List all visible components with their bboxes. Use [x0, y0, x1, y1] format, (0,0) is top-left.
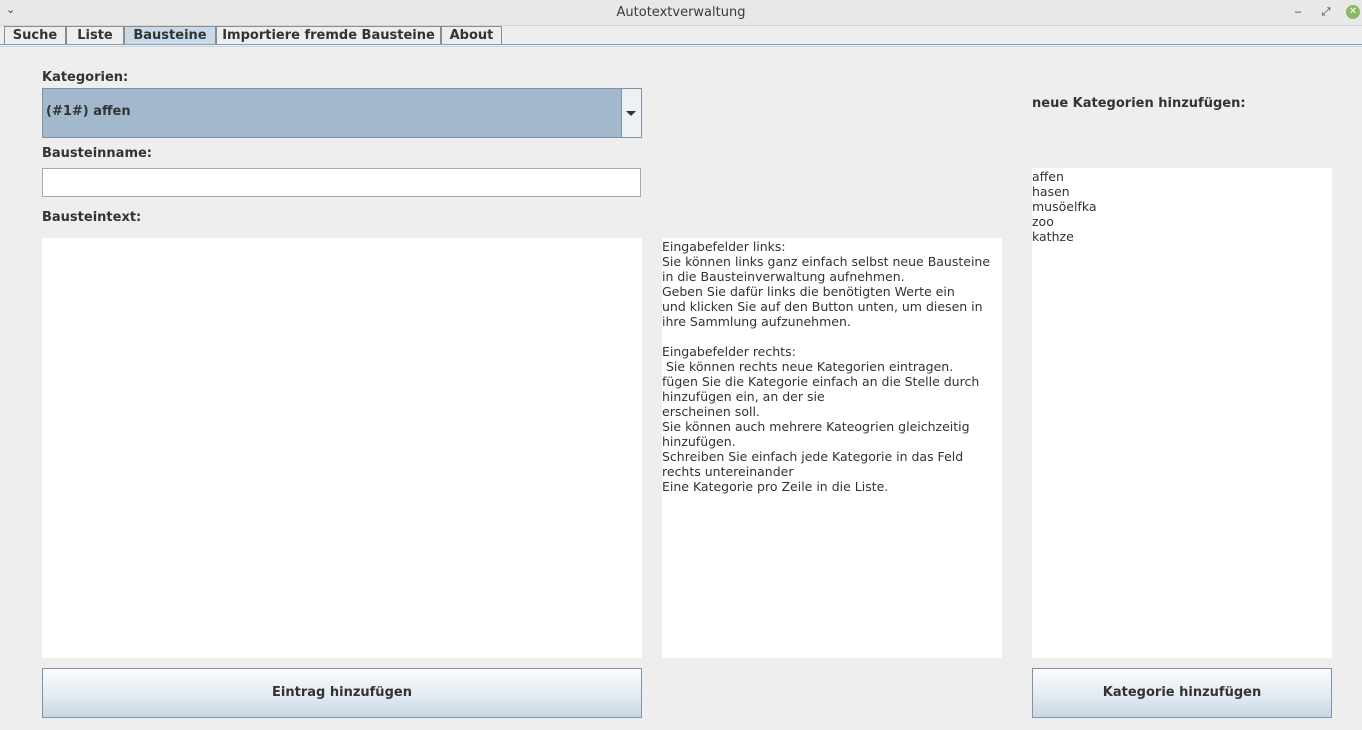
category-line: kathze — [1032, 229, 1074, 244]
window-titlebar: ⌄ Autotextverwaltung ‒ ⤢ ✕ — [0, 0, 1362, 26]
name-label: Bausteinname: — [42, 146, 153, 161]
new-categories-label: neue Kategorien hinzufügen: — [1032, 96, 1246, 111]
category-select[interactable]: (#1#) affen — [42, 88, 642, 138]
tab-importiere-fremde-bausteine[interactable]: Importiere fremde Bausteine — [216, 26, 441, 44]
chevron-down-icon — [626, 111, 636, 116]
window-title: Autotextverwaltung — [616, 5, 746, 20]
category-line: musöelfka — [1032, 199, 1097, 214]
tab-divider-light — [0, 46, 1362, 47]
new-categories-input[interactable]: affen hasen musöelfka zoo kathze — [1032, 168, 1332, 658]
add-category-button[interactable]: Kategorie hinzufügen — [1032, 668, 1332, 718]
category-line: affen — [1032, 169, 1064, 184]
add-entry-button[interactable]: Eintrag hinzufügen — [42, 668, 642, 718]
category-line: zoo — [1032, 214, 1054, 229]
tab-liste[interactable]: Liste — [66, 26, 124, 44]
category-line: hasen — [1032, 184, 1070, 199]
close-icon[interactable]: ✕ — [1346, 5, 1360, 19]
name-input[interactable] — [42, 168, 641, 197]
categories-label: Kategorien: — [42, 70, 129, 85]
category-dropdown-button[interactable] — [621, 89, 641, 137]
tab-suche[interactable]: Suche — [4, 26, 66, 44]
maximize-icon[interactable]: ⤢ — [1318, 4, 1334, 20]
text-label: Bausteintext: — [42, 210, 142, 225]
text-input[interactable] — [42, 238, 642, 658]
category-selected-value: (#1#) affen — [46, 104, 131, 119]
help-text: Eingabefelder links: Sie können links ga… — [662, 238, 1002, 658]
tab-bausteine[interactable]: Bausteine — [124, 26, 216, 45]
tab-about[interactable]: About — [441, 26, 502, 44]
minimize-icon[interactable]: ‒ — [1290, 4, 1306, 20]
tab-divider — [0, 44, 1362, 45]
tab-bar: Suche Liste Bausteine Importiere fremde … — [0, 26, 1362, 45]
